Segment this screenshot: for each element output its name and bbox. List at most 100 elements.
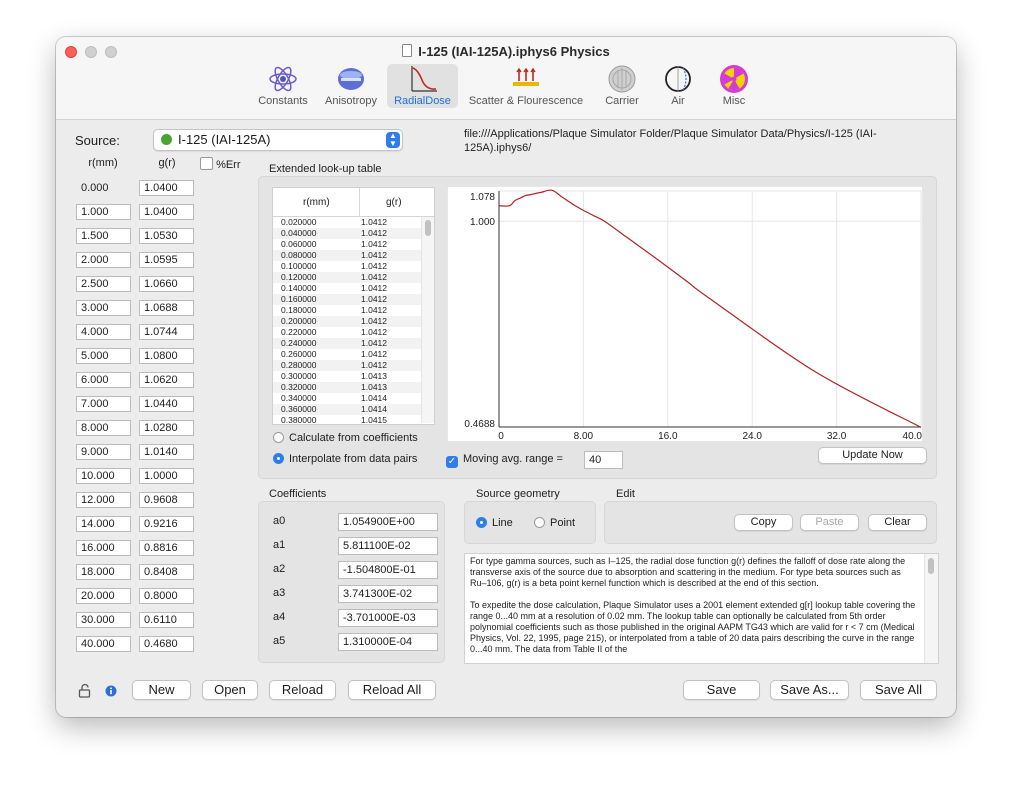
unlock-icon[interactable]	[78, 683, 94, 699]
pair-g-input[interactable]: 1.0280	[139, 420, 194, 436]
pair-g-input[interactable]: 0.4680	[139, 636, 194, 652]
checkmark-icon[interactable]: ✓	[446, 456, 458, 468]
radio-on[interactable]	[273, 453, 284, 464]
lookup-row[interactable]: 0.220000 1.0412	[273, 327, 421, 338]
tab-scatter-flourescence[interactable]: Scatter & Flourescence	[463, 64, 589, 108]
pair-r-input[interactable]: 5.000	[76, 348, 131, 364]
pair-g-input[interactable]: 0.9608	[139, 492, 194, 508]
lookup-row[interactable]: 0.060000 1.0412	[273, 239, 421, 250]
pair-r-input[interactable]: 4.000	[76, 324, 131, 340]
line-geometry-radio[interactable]: Line	[476, 517, 513, 529]
pair-g-input[interactable]: 1.0440	[139, 396, 194, 412]
tab-anisotropy[interactable]: Anisotropy	[320, 64, 382, 108]
pair-g-input[interactable]: 1.0000	[139, 468, 194, 484]
reload-button[interactable]: Reload	[269, 680, 336, 700]
pair-g-input[interactable]: 1.0688	[139, 300, 194, 316]
tab-misc[interactable]: Misc	[712, 64, 756, 108]
reload-all-button[interactable]: Reload All	[348, 680, 436, 700]
radio-on[interactable]	[476, 517, 487, 528]
moving-avg-input[interactable]: 40	[584, 451, 623, 469]
pair-r-input[interactable]: 8.000	[76, 420, 131, 436]
tab-carrier[interactable]: Carrier	[596, 64, 648, 108]
lookup-row[interactable]: 0.360000 1.0414	[273, 404, 421, 415]
lookup-scroll-thumb[interactable]	[425, 220, 431, 236]
pair-r-input[interactable]: 3.000	[76, 300, 131, 316]
err-toggle[interactable]: %Err	[200, 157, 246, 171]
description-scrollbar[interactable]	[924, 554, 938, 663]
pair-r-input[interactable]: 40.000	[76, 636, 131, 652]
lookup-row[interactable]: 0.300000 1.0413	[273, 371, 421, 382]
pair-g-input[interactable]: 0.8408	[139, 564, 194, 580]
pair-g-input[interactable]: 1.0140	[139, 444, 194, 460]
pair-r-input[interactable]: 2.000	[76, 252, 131, 268]
lookup-row[interactable]: 0.040000 1.0412	[273, 228, 421, 239]
paste-button[interactable]: Paste	[800, 514, 859, 531]
pair-g-input[interactable]: 0.8816	[139, 540, 194, 556]
lookup-row[interactable]: 0.100000 1.0412	[273, 261, 421, 272]
pair-g-input[interactable]: 1.0744	[139, 324, 194, 340]
lookup-table[interactable]: r(mm) g(r) 0.020000 1.0412 0.040000 1.0412 0…	[272, 187, 435, 425]
pair-g-input[interactable]: 0.9216	[139, 516, 194, 532]
source-popup[interactable]: I-125 (IAI-125A) ▲ ▼	[153, 129, 403, 151]
pair-g-input[interactable]: 1.0620	[139, 372, 194, 388]
moving-avg-toggle[interactable]: ✓ Moving avg. range =	[446, 453, 563, 468]
pair-r-input[interactable]: 7.000	[76, 396, 131, 412]
point-geometry-radio[interactable]: Point	[534, 517, 575, 529]
tab-constants[interactable]: Constants	[252, 64, 314, 108]
radio-off[interactable]	[273, 432, 284, 443]
pair-r-input[interactable]: 1.000	[76, 204, 131, 220]
open-button[interactable]: Open	[202, 680, 258, 700]
info-icon[interactable]	[105, 685, 117, 697]
save-as-button[interactable]: Save As...	[770, 680, 849, 700]
pair-r-input[interactable]: 2.500	[76, 276, 131, 292]
save-button[interactable]: Save	[683, 680, 760, 700]
clear-button[interactable]: Clear	[868, 514, 927, 531]
new-button[interactable]: New	[132, 680, 191, 700]
lookup-row[interactable]: 0.380000 1.0415	[273, 415, 421, 423]
err-checkbox[interactable]	[200, 157, 213, 170]
pair-r-input[interactable]: 30.000	[76, 612, 131, 628]
lookup-row[interactable]: 0.320000 1.0413	[273, 382, 421, 393]
coefficient-input[interactable]: -3.701000E-03	[338, 609, 438, 627]
coefficient-input[interactable]: -1.504800E-01	[338, 561, 438, 579]
description-text-view[interactable]: For type gamma sources, such as I–125, t…	[464, 553, 939, 664]
pair-g-input[interactable]: 1.0660	[139, 276, 194, 292]
lookup-row[interactable]: 0.180000 1.0412	[273, 305, 421, 316]
update-now-button[interactable]: Update Now	[818, 447, 927, 464]
lookup-row[interactable]: 0.260000 1.0412	[273, 349, 421, 360]
coefficient-input[interactable]: 1.310000E-04	[338, 633, 438, 651]
radio-off[interactable]	[534, 517, 545, 528]
coefficient-input[interactable]: 3.741300E-02	[338, 585, 438, 603]
lookup-row[interactable]: 0.020000 1.0412	[273, 217, 421, 228]
pair-r-input[interactable]: 18.000	[76, 564, 131, 580]
lookup-row[interactable]: 0.200000 1.0412	[273, 316, 421, 327]
coefficient-input[interactable]: 1.054900E+00	[338, 513, 438, 531]
save-all-button[interactable]: Save All	[860, 680, 937, 700]
calc-from-coefficients-radio[interactable]: Calculate from coefficients	[273, 432, 418, 444]
pair-r-input[interactable]: 1.500	[76, 228, 131, 244]
pair-g-input[interactable]: 1.0530	[139, 228, 194, 244]
lookup-row[interactable]: 0.340000 1.0414	[273, 393, 421, 404]
lookup-scrollbar[interactable]	[421, 217, 434, 423]
tab-radial-dose[interactable]: RadialDose	[387, 64, 458, 108]
lookup-row[interactable]: 0.280000 1.0412	[273, 360, 421, 371]
pair-r-input[interactable]: 20.000	[76, 588, 131, 604]
lookup-row[interactable]: 0.080000 1.0412	[273, 250, 421, 261]
lookup-row[interactable]: 0.140000 1.0412	[273, 283, 421, 294]
pair-g-input[interactable]: 0.8000	[139, 588, 194, 604]
pair-r-input[interactable]: 6.000	[76, 372, 131, 388]
lookup-row[interactable]: 0.240000 1.0412	[273, 338, 421, 349]
coefficient-input[interactable]: 5.811100E-02	[338, 537, 438, 555]
pair-r-input[interactable]: 10.000	[76, 468, 131, 484]
pair-g-input[interactable]: 1.0595	[139, 252, 194, 268]
pair-r-input[interactable]: 16.000	[76, 540, 131, 556]
pair-r-input[interactable]: 12.000	[76, 492, 131, 508]
pair-r-input[interactable]: 0.000	[76, 180, 131, 196]
tab-air[interactable]: Air	[654, 64, 702, 108]
pair-g-input[interactable]: 0.6110	[139, 612, 194, 628]
lookup-row[interactable]: 0.120000 1.0412	[273, 272, 421, 283]
pair-g-input[interactable]: 1.0800	[139, 348, 194, 364]
pair-r-input[interactable]: 14.000	[76, 516, 131, 532]
copy-button[interactable]: Copy	[734, 514, 793, 531]
pair-g-input[interactable]: 1.0400	[139, 204, 194, 220]
